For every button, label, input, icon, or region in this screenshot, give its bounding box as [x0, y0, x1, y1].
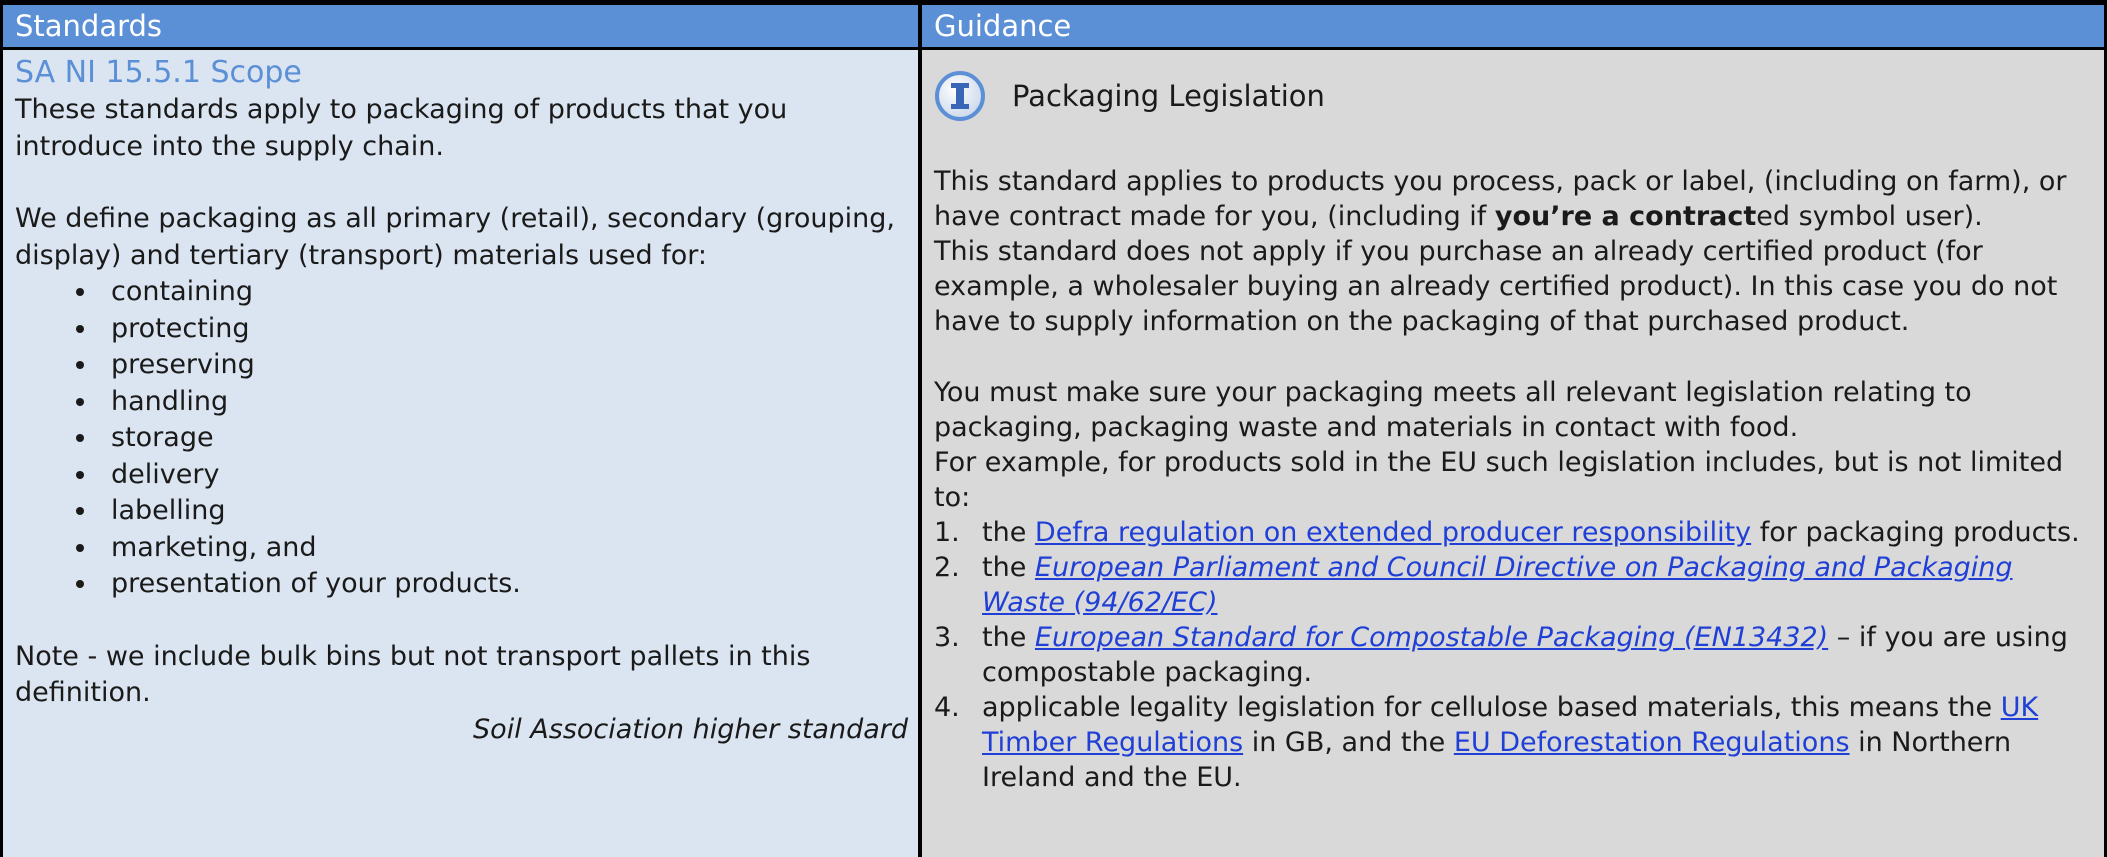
scope-note: Note - we include bulk bins but not tran… [15, 640, 811, 709]
packaging-definition: We define packaging as all primary (reta… [15, 203, 895, 271]
higher-standard-label: Soil Association higher standard [473, 713, 908, 745]
list-item: containing [99, 274, 908, 311]
eu-deforestation-regulations-link[interactable]: EU Deforestation Regulations [1454, 727, 1850, 758]
guidance-paragraph-scope: This standard applies to products you pr… [934, 166, 2067, 232]
standards-header: Standards [3, 5, 922, 47]
guidance-paragraph-example: For example, for products sold in the EU… [934, 447, 2064, 513]
standards-column: SA NI 15.5.1 Scope These standards apply… [3, 50, 922, 857]
list-item: storage [99, 420, 908, 457]
guidance-paragraph-exemption: This standard does not apply if you purc… [934, 236, 2058, 337]
legislation-list: 1. the Defra regulation on extended prod… [934, 515, 2094, 795]
guidance-column: Packaging Legislation This standard appl… [922, 50, 2104, 857]
list-item: handling [99, 384, 908, 421]
list-item: 4. applicable legality legislation for c… [934, 692, 2039, 793]
guidance-paragraph-legislation: You must make sure your packaging meets … [934, 377, 1972, 443]
list-item: 3. the European Standard for Compostable… [934, 622, 2068, 688]
compostable-standard-link[interactable]: European Standard for Compostable Packag… [1035, 622, 1828, 653]
list-item: 1. the Defra regulation on extended prod… [934, 517, 2080, 548]
table-header: Standards Guidance [3, 5, 2104, 50]
list-item: preserving [99, 347, 908, 384]
list-item: presentation of your products. [99, 566, 908, 603]
list-item: delivery [99, 457, 908, 494]
guidance-header: Guidance [922, 5, 2104, 47]
standards-table: Standards Guidance SA NI 15.5.1 Scope Th… [0, 5, 2107, 857]
guidance-notice: Packaging Legislation [934, 66, 2094, 126]
document-page: Standards Guidance SA NI 15.5.1 Scope Th… [0, 0, 2107, 857]
guidance-title: Packaging Legislation [1012, 78, 1325, 113]
list-item: 2. the European Parliament and Council D… [934, 552, 2013, 618]
packaging-uses-list: containing protecting preserving handlin… [15, 274, 908, 603]
scope-title: SA NI 15.5.1 Scope [15, 55, 302, 90]
info-icon [935, 71, 985, 121]
defra-regulation-link[interactable]: Defra regulation on extended producer re… [1035, 517, 1751, 548]
list-item: labelling [99, 493, 908, 530]
table-body: SA NI 15.5.1 Scope These standards apply… [3, 50, 2104, 857]
list-item: protecting [99, 311, 908, 348]
list-item: marketing, and [99, 530, 908, 567]
scope-intro: These standards apply to packaging of pr… [15, 94, 788, 162]
eu-packaging-directive-link[interactable]: European Parliament and Council Directiv… [982, 552, 2013, 618]
